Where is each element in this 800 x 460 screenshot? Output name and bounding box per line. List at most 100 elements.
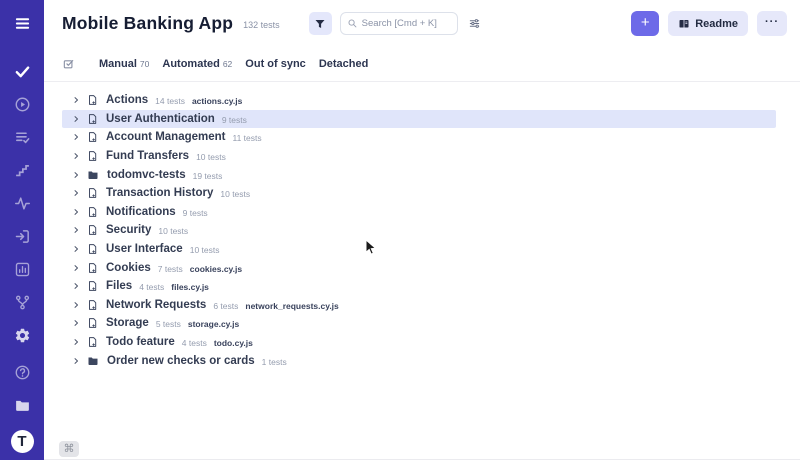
file-icon (87, 336, 98, 348)
list-check-icon[interactable] (14, 129, 31, 146)
chevron-right-icon[interactable] (72, 152, 80, 160)
import-icon[interactable] (14, 228, 31, 245)
suite-row[interactable]: Cookies 7 tests cookies.cy.js (62, 258, 776, 277)
suite-file-name: todo.cy.js (214, 338, 253, 348)
chevron-right-icon[interactable] (72, 96, 80, 104)
file-icon (87, 131, 98, 143)
check-icon[interactable] (14, 63, 31, 80)
chevron-right-icon[interactable] (72, 319, 80, 327)
suite-name: Order new checks or cards (107, 355, 255, 367)
chevron-right-icon[interactable] (72, 226, 80, 234)
tab-manual[interactable]: Manual 70 (99, 58, 149, 70)
chevron-right-icon[interactable] (72, 282, 80, 290)
file-icon (87, 187, 98, 199)
total-tests-count: 132 tests (243, 20, 280, 30)
tab-label: Detached (319, 58, 369, 70)
suite-row[interactable]: Files 4 tests files.cy.js (62, 277, 776, 296)
tab-detached[interactable]: Detached (319, 58, 369, 70)
suite-row[interactable]: User Authentication 9 tests (62, 110, 776, 129)
add-button[interactable]: + (631, 11, 659, 36)
suite-name: Actions (106, 94, 148, 106)
suite-file-name: actions.cy.js (192, 96, 242, 106)
chevron-right-icon[interactable] (72, 338, 80, 346)
search-icon (347, 18, 358, 29)
suite-row[interactable]: Fund Transfers 10 tests (62, 147, 776, 166)
search-input[interactable] (362, 18, 451, 29)
tab-count: 70 (140, 59, 149, 69)
logo-badge[interactable]: T (11, 430, 34, 453)
keyboard-shortcuts-button[interactable]: ⌘ (59, 441, 79, 457)
file-icon (87, 262, 98, 274)
tab-count: 62 (223, 59, 232, 69)
suite-file-name: storage.cy.js (188, 319, 239, 329)
chevron-right-icon[interactable] (72, 357, 80, 365)
file-icon (87, 224, 98, 236)
tab-out-of-sync[interactable]: Out of sync (245, 58, 306, 70)
logo-letter: T (17, 434, 26, 449)
menu-icon[interactable] (14, 15, 31, 32)
suite-tests-count: 7 tests (158, 264, 183, 274)
chevron-right-icon[interactable] (72, 171, 80, 179)
suite-tests-count: 6 tests (213, 301, 238, 311)
suite-tests-count: 4 tests (182, 338, 207, 348)
activity-icon[interactable] (14, 195, 31, 212)
view-settings-button[interactable] (468, 17, 481, 30)
chevron-right-icon[interactable] (72, 245, 80, 253)
suite-row[interactable]: todomvc-tests 19 tests (62, 165, 776, 184)
suite-name: User Interface (106, 243, 183, 255)
suite-name: User Authentication (106, 113, 215, 125)
bar-chart-icon[interactable] (14, 261, 31, 278)
checklist-icon[interactable] (62, 57, 76, 71)
tab-label: Automated (162, 58, 219, 70)
suite-list: Actions 14 tests actions.cy.js User Auth… (44, 82, 800, 370)
suite-tests-count: 14 tests (155, 96, 185, 106)
chevron-right-icon[interactable] (72, 133, 80, 141)
suite-row[interactable]: Network Requests 6 tests network_request… (62, 296, 776, 315)
suite-tests-count: 10 tests (158, 226, 188, 236)
folders-icon[interactable] (14, 397, 31, 414)
suite-row[interactable]: Notifications 9 tests (62, 203, 776, 222)
suite-name: Network Requests (106, 299, 206, 311)
chevron-right-icon[interactable] (72, 208, 80, 216)
tab-automated[interactable]: Automated 62 (162, 58, 232, 70)
suite-row[interactable]: Security 10 tests (62, 221, 776, 240)
more-actions-button[interactable]: ··· (757, 11, 787, 36)
steps-icon[interactable] (14, 162, 31, 179)
sliders-icon (468, 17, 481, 30)
chevron-right-icon[interactable] (72, 264, 80, 272)
chevron-right-icon[interactable] (72, 115, 80, 123)
suite-name: Security (106, 224, 151, 236)
suite-row[interactable]: Account Management 11 tests (62, 128, 776, 147)
search-box[interactable] (340, 12, 458, 35)
suite-tests-count: 10 tests (196, 152, 226, 162)
file-icon (87, 206, 98, 218)
suite-tests-count: 4 tests (139, 282, 164, 292)
folder-icon (87, 355, 99, 367)
header: Mobile Banking App 132 tests + Readme (44, 0, 800, 47)
branch-icon[interactable] (14, 294, 31, 311)
file-icon (87, 243, 98, 255)
play-circle-icon[interactable] (14, 96, 31, 113)
suite-row[interactable]: Transaction History 10 tests (62, 184, 776, 203)
suite-tests-count: 11 tests (233, 133, 262, 143)
file-icon (87, 113, 98, 125)
suite-file-name: cookies.cy.js (190, 264, 242, 274)
suite-row[interactable]: Storage 5 tests storage.cy.js (62, 314, 776, 333)
suite-tests-count: 10 tests (220, 189, 250, 199)
chevron-right-icon[interactable] (72, 301, 80, 309)
gear-icon[interactable] (14, 327, 31, 344)
help-icon[interactable] (14, 364, 31, 381)
suite-row[interactable]: Actions 14 tests actions.cy.js (62, 91, 776, 110)
suite-name: Transaction History (106, 187, 213, 199)
suite-row[interactable]: Todo feature 4 tests todo.cy.js (62, 333, 776, 352)
suite-tests-count: 19 tests (193, 171, 223, 181)
main-area: Mobile Banking App 132 tests + Readme (44, 0, 800, 460)
suite-tests-count: 9 tests (222, 115, 247, 125)
readme-label: Readme (695, 18, 738, 30)
suite-row[interactable]: Order new checks or cards 1 tests (62, 351, 776, 370)
chevron-right-icon[interactable] (72, 189, 80, 197)
app-sidebar: T (0, 0, 44, 460)
readme-button[interactable]: Readme (668, 11, 748, 36)
suite-row[interactable]: User Interface 10 tests (62, 240, 776, 259)
filter-button[interactable] (309, 12, 332, 35)
